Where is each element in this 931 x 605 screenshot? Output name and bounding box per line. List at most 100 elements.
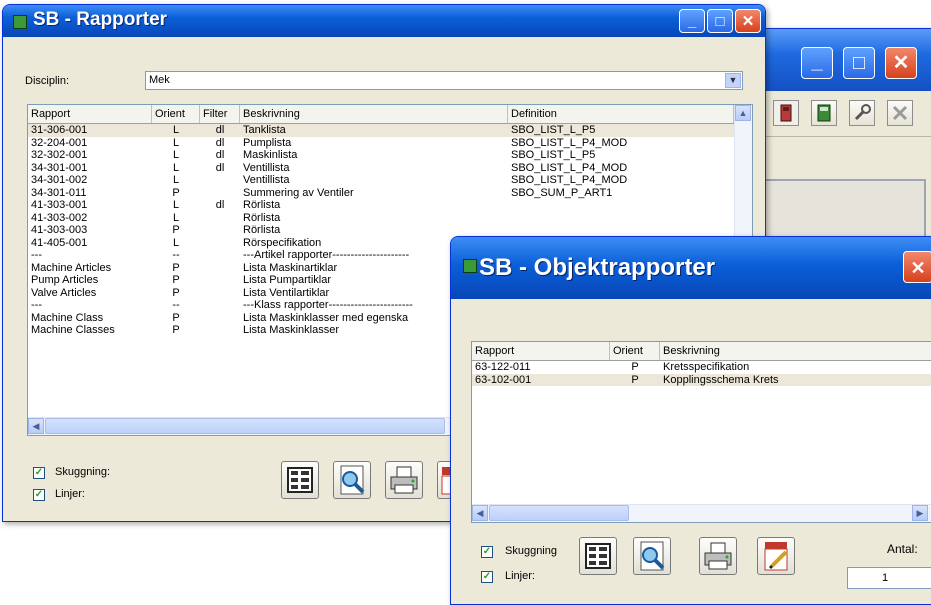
col-rapport[interactable]: Rapport: [28, 105, 152, 123]
cell-filter: dl: [215, 161, 225, 174]
table-row[interactable]: 34-301-011 P Summering av Ventiler SBO_SUM_…: [28, 187, 734, 200]
objekt-skuggning-checkbox[interactable]: ✓: [481, 546, 493, 558]
cell-orient: L: [172, 199, 180, 211]
table-row[interactable]: 41-303-003 P Rörlista: [28, 224, 734, 237]
cell-orient: P: [172, 261, 180, 274]
objekt-linjer-checkbox[interactable]: ✓: [481, 571, 493, 583]
rapporter-title: SB - Rapporter: [33, 9, 168, 30]
objekt-list-view-button[interactable]: [579, 537, 617, 575]
scroll-left-button[interactable]: ◀: [472, 505, 488, 521]
cell-beskrivning: Kopplingsschema Krets: [663, 373, 779, 386]
objekt-edit-report-button[interactable]: [757, 537, 795, 575]
table-row[interactable]: 32-204-001 Ldl Pumplista SBO_LIST_L_P4_MOD: [28, 137, 734, 150]
scroll-right-button[interactable]: ▶: [912, 505, 928, 521]
objekt-list-hscroll[interactable]: ◀ ▶: [472, 504, 931, 522]
table-row[interactable]: 41-303-001 Ldl Rörlista: [28, 199, 734, 212]
cell-beskrivning: Maskinlista: [243, 149, 298, 161]
chevron-down-icon[interactable]: ▼: [725, 73, 741, 88]
edit-report-button[interactable]: [437, 461, 453, 499]
background-maximize-button[interactable]: □: [843, 47, 875, 79]
cell-definition: SBO_SUM_P_ART1: [511, 186, 613, 199]
skuggning-checkbox[interactable]: ✓: [33, 467, 45, 479]
cell-rapport: Machine Articles: [31, 261, 112, 274]
col-orient[interactable]: Orient: [152, 105, 200, 123]
scroll-up-button[interactable]: ▲: [735, 105, 751, 121]
cancel-icon[interactable]: [887, 100, 913, 126]
objekt-preview-button[interactable]: [633, 537, 671, 575]
discipline-select[interactable]: Mek ▼: [145, 71, 743, 90]
cell-orient: --: [172, 299, 180, 311]
cell-rapport: 34-301-002: [31, 174, 88, 186]
discipline-value: Mek: [149, 74, 170, 86]
list-view-button[interactable]: [281, 461, 319, 499]
table-row[interactable]: 34-301-002 L Ventillista SBO_LIST_L_P4_MOD: [28, 174, 734, 187]
tools-icon[interactable]: [849, 100, 875, 126]
cell-orient: L: [172, 124, 180, 136]
cell-definition: SBO_LIST_L_P4_MOD: [511, 174, 628, 186]
cell-beskrivning: Rörlista: [243, 199, 281, 211]
cell-orient: --: [172, 249, 180, 261]
skuggning-label: Skuggning:: [55, 466, 111, 478]
scroll-left-button[interactable]: ◀: [28, 418, 44, 434]
printer-icon: [390, 466, 418, 494]
cell-filter: dl: [215, 149, 225, 161]
cell-orient: P: [172, 274, 180, 286]
cell-orient: L: [172, 174, 180, 186]
preview-button[interactable]: [333, 461, 371, 499]
col-beskrivning[interactable]: Beskrivning: [660, 342, 931, 360]
cell-rapport: 31-306-001: [31, 124, 88, 136]
cell-orient: P: [631, 373, 639, 386]
objekt-report-list[interactable]: Rapport Orient Beskrivning 63-122-011 P Kr…: [471, 341, 931, 523]
hscroll-thumb[interactable]: [45, 418, 445, 434]
hscroll-thumb[interactable]: [489, 505, 629, 521]
cell-beskrivning: Summering av Ventiler: [243, 186, 354, 199]
cell-orient: P: [631, 361, 639, 373]
table-row[interactable]: 63-102-001 P Kopplingsschema Krets: [472, 373, 931, 386]
objekt-close-button[interactable]: ✕: [903, 251, 931, 283]
col-rapport[interactable]: Rapport: [472, 342, 610, 360]
background-minimize-button[interactable]: _: [801, 47, 833, 79]
print-button[interactable]: [385, 461, 423, 499]
linjer-label: Linjer:: [55, 488, 85, 500]
app-icon: [463, 259, 477, 273]
cell-definition: SBO_LIST_L_P5: [511, 124, 596, 136]
maximize-button[interactable]: □: [707, 9, 733, 33]
delete-icon[interactable]: [773, 100, 799, 126]
cell-orient: L: [172, 149, 180, 161]
cell-rapport: 63-122-011: [475, 361, 531, 373]
cell-orient: P: [172, 186, 180, 199]
cell-orient: L: [172, 211, 180, 224]
col-orient[interactable]: Orient: [610, 342, 660, 360]
minimize-button[interactable]: _: [679, 9, 705, 33]
cell-rapport: 32-204-001: [31, 136, 88, 149]
table-row[interactable]: 32-302-001 Ldl Maskinlista SBO_LIST_L_P5: [28, 149, 734, 162]
linjer-checkbox[interactable]: ✓: [33, 489, 45, 501]
list-view-icon: [585, 543, 611, 569]
background-close-button[interactable]: ✕: [885, 47, 917, 79]
cell-rapport: Valve Articles: [31, 286, 97, 299]
cell-rapport: Pump Articles: [31, 274, 99, 286]
objekt-print-button[interactable]: [699, 537, 737, 575]
cell-filter: dl: [215, 199, 225, 211]
save-icon[interactable]: [811, 100, 837, 126]
cell-orient: P: [172, 286, 180, 299]
cell-definition: SBO_LIST_L_P4_MOD: [511, 161, 628, 174]
table-row[interactable]: 63-122-011 P Kretsspecifikation: [472, 361, 931, 374]
close-button[interactable]: ✕: [735, 9, 761, 33]
cell-beskrivning: Rörlista: [243, 224, 281, 236]
cell-orient: P: [172, 324, 180, 336]
cell-beskrivning: Ventillista: [243, 174, 290, 186]
col-beskrivning[interactable]: Beskrivning: [240, 105, 508, 123]
table-row[interactable]: 34-301-001 Ldl Ventillista SBO_LIST_L_P4_MO…: [28, 162, 734, 175]
table-row[interactable]: 31-306-001 Ldl Tanklista SBO_LIST_L_P5: [28, 124, 734, 137]
col-definition[interactable]: Definition: [508, 105, 734, 123]
col-filter[interactable]: Filter: [200, 105, 240, 123]
antal-input[interactable]: 1: [847, 567, 931, 589]
edit-report-icon: [764, 542, 788, 571]
app-icon: [13, 15, 27, 29]
cell-rapport: 41-303-003: [31, 224, 88, 236]
cell-filter: dl: [215, 136, 225, 149]
antal-label: Antal:: [887, 542, 918, 556]
magnifier-icon: [340, 465, 365, 495]
table-row[interactable]: 41-303-002 L Rörlista: [28, 212, 734, 225]
